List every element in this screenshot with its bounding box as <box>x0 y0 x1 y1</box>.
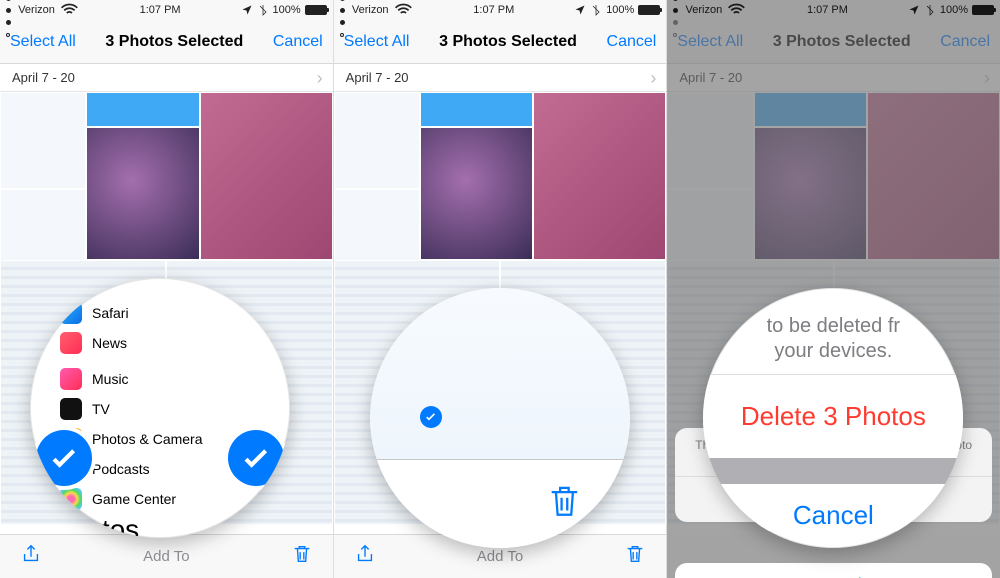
lens3-msg-line1: to be deleted fr <box>767 315 900 337</box>
news-icon <box>60 332 82 354</box>
status-bar: Verizon 1:07 PM 100% <box>0 0 333 20</box>
cancel-button[interactable]: Cancel <box>607 33 657 51</box>
lens3-message: to be deleted fr your devices. <box>703 288 963 374</box>
battery-pct-label: 100% <box>273 4 301 16</box>
battery-icon <box>638 5 660 15</box>
battery-pct-label: 100% <box>606 4 634 16</box>
music-icon <box>60 368 82 390</box>
delete-photos-button[interactable]: Delete 3 Photos <box>703 374 963 458</box>
app-label: TV <box>92 401 110 417</box>
add-to-button[interactable]: Add To <box>0 548 333 565</box>
wifi-icon <box>393 0 414 20</box>
trash-button-lens[interactable] <box>546 482 580 527</box>
checkmark-icon <box>424 410 437 423</box>
lens3-msg-line2: your devices. <box>774 340 892 362</box>
clock-label: 1:07 PM <box>140 4 181 16</box>
sheet-cancel-button[interactable]: Cancel <box>675 563 992 578</box>
date-range-row[interactable]: April 7 - 20 <box>334 64 667 92</box>
panel-step-1: Verizon 1:07 PM 100% Select All 3 Photos… <box>0 0 334 578</box>
checkmark-icon <box>239 441 273 475</box>
app-row-gamecenter[interactable]: Game Center <box>60 484 260 514</box>
safari-icon <box>60 302 82 324</box>
app-label: Photos & Camera <box>92 431 203 447</box>
bluetooth-icon <box>590 4 602 16</box>
app-row-news[interactable]: News <box>60 328 260 358</box>
carrier-label: Verizon <box>352 4 389 16</box>
selection-check-left[interactable] <box>36 430 92 486</box>
selection-check-right[interactable] <box>228 430 284 486</box>
app-label: News <box>92 335 127 351</box>
magnifier-1: Safari News Music TV Photos & Camera Pod… <box>30 278 290 538</box>
location-arrow-icon <box>241 4 253 16</box>
gamecenter-icon <box>60 488 82 510</box>
nav-title: 3 Photos Selected <box>105 33 243 51</box>
location-arrow-icon <box>574 4 586 16</box>
select-all-button[interactable]: Select All <box>344 33 410 51</box>
magnifier-3: to be deleted fr your devices. Delete 3 … <box>703 288 963 548</box>
status-bar: Verizon 1:07 PM 100% <box>334 0 667 20</box>
bottom-toolbar: Add To <box>0 534 333 578</box>
wifi-icon <box>59 0 80 20</box>
app-label: Game Center <box>92 491 176 507</box>
clock-label: 1:07 PM <box>473 4 514 16</box>
select-all-button[interactable]: Select All <box>10 33 76 51</box>
date-range-row[interactable]: April 7 - 20 <box>0 64 333 92</box>
app-row-tv[interactable]: TV <box>60 394 260 424</box>
carrier-label: Verizon <box>18 4 55 16</box>
lens3-cancel-button[interactable]: Cancel <box>703 484 963 531</box>
selection-check-lens[interactable] <box>420 406 442 428</box>
battery-icon <box>305 5 327 15</box>
cancel-button[interactable]: Cancel <box>273 33 323 51</box>
app-label: Music <box>92 371 129 387</box>
app-label: Safari <box>92 305 129 321</box>
app-row-safari[interactable]: Safari <box>60 298 260 328</box>
panel-step-2: Verizon 1:07 PM 100% Select All 3 Photos… <box>334 0 668 578</box>
panel-step-3: Verizon 1:07 PM 100% Select All 3 Photos… <box>667 0 1000 578</box>
sheet-divider <box>703 458 963 484</box>
app-row-music[interactable]: Music <box>60 364 260 394</box>
trash-icon <box>546 482 580 522</box>
bluetooth-icon <box>257 4 269 16</box>
nav-title: 3 Photos Selected <box>439 33 577 51</box>
tv-icon <box>60 398 82 420</box>
app-label: Podcasts <box>92 461 150 477</box>
checkmark-icon <box>47 441 81 475</box>
add-to-button[interactable]: Add To <box>334 548 667 565</box>
magnifier-2 <box>370 288 630 548</box>
